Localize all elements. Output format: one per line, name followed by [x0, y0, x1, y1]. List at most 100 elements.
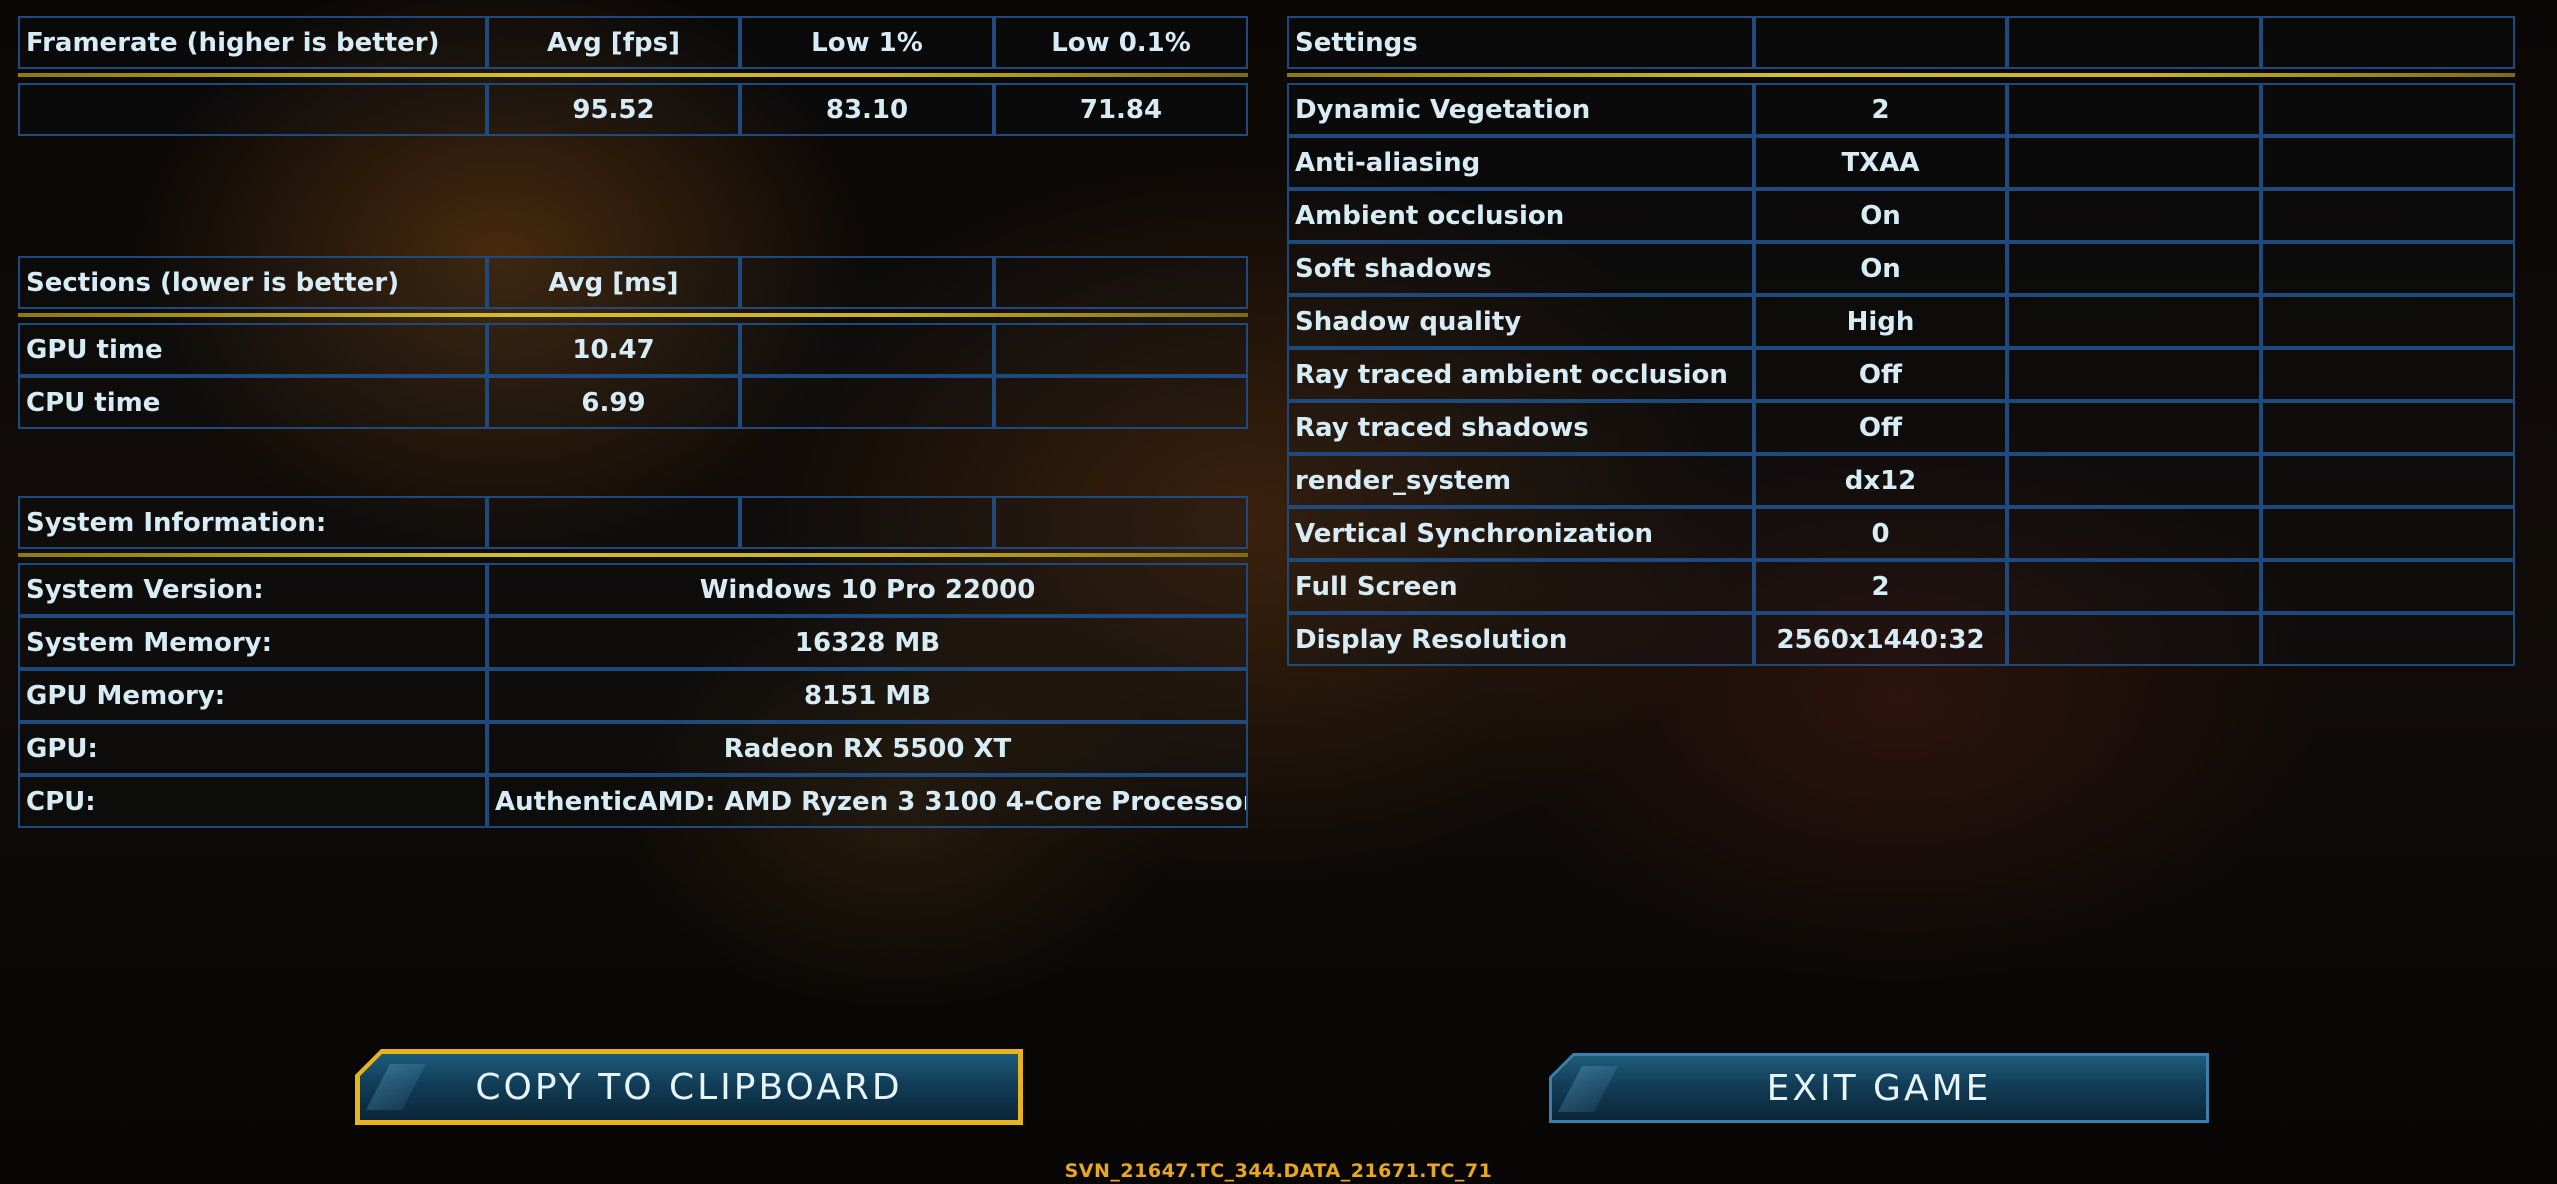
header-avg-fps: Avg [fps]	[487, 16, 740, 69]
table-row: Shadow quality High	[1287, 295, 2515, 348]
framerate-separator	[18, 73, 1248, 77]
system-separator	[18, 553, 1248, 557]
settings-title: Settings	[1287, 16, 1754, 69]
system-memory-value: 16328 MB	[487, 616, 1248, 669]
setting-label: Soft shadows	[1287, 242, 1754, 295]
empty-cell	[994, 376, 1248, 429]
header-empty	[1754, 16, 2007, 69]
empty-cell	[994, 323, 1248, 376]
setting-value: 0	[1754, 507, 2007, 560]
setting-label: Ray traced shadows	[1287, 401, 1754, 454]
setting-value: Off	[1754, 401, 2007, 454]
empty-cell	[2007, 189, 2261, 242]
low-1-value: 83.10	[740, 83, 994, 136]
empty-cell	[2007, 507, 2261, 560]
framerate-values-row: 95.52 83.10 71.84	[18, 83, 1248, 136]
settings-table: Dynamic Vegetation 2 Anti-aliasing TXAA Am…	[1287, 83, 2515, 666]
gpu-time-value: 10.47	[487, 323, 740, 376]
table-row: Anti-aliasing TXAA	[1287, 136, 2515, 189]
button-notch-icon	[366, 1064, 426, 1110]
sections-panel: Sections (lower is better) Avg [ms] GPU …	[18, 256, 1248, 429]
settings-header-table: Settings	[1287, 16, 2515, 69]
empty-cell	[2261, 242, 2515, 295]
table-row: Ray traced shadows Off	[1287, 401, 2515, 454]
empty-cell	[2261, 613, 2515, 666]
framerate-title: Framerate (higher is better)	[18, 16, 487, 69]
build-version: SVN_21647.TC_344.DATA_21671.TC_71	[1064, 1160, 1493, 1182]
table-row: Ray traced ambient occlusion Off	[1287, 348, 2515, 401]
table-row: Dynamic Vegetation 2	[1287, 83, 2515, 136]
gpu-memory-value: 8151 MB	[487, 669, 1248, 722]
empty-cell	[2261, 136, 2515, 189]
header-empty	[740, 496, 994, 549]
header-empty	[994, 496, 1248, 549]
exit-game-button[interactable]: EXIT GAME	[1552, 1056, 2206, 1120]
system-memory-label: System Memory:	[18, 616, 487, 669]
table-row: CPU: AuthenticAMD: AMD Ryzen 3 3100 4-Co…	[18, 775, 1248, 828]
setting-label: Display Resolution	[1287, 613, 1754, 666]
empty-cell	[2007, 242, 2261, 295]
setting-label: render_system	[1287, 454, 1754, 507]
settings-header-row: Settings	[1287, 16, 2515, 69]
setting-value: 2560x1440:32	[1754, 613, 2007, 666]
empty-cell	[2261, 507, 2515, 560]
system-info-panel: System Information: System Version: Wind…	[18, 496, 1248, 828]
system-header-row: System Information:	[18, 496, 1248, 549]
setting-label: Ray traced ambient occlusion	[1287, 348, 1754, 401]
system-info-table: System Version: Windows 10 Pro 22000 Sys…	[18, 563, 1248, 828]
framerate-header-row: Framerate (higher is better) Avg [fps] L…	[18, 16, 1248, 69]
setting-label: Dynamic Vegetation	[1287, 83, 1754, 136]
header-low-1: Low 1%	[740, 16, 994, 69]
table-row: Full Screen 2	[1287, 560, 2515, 613]
setting-value: On	[1754, 242, 2007, 295]
framerate-panel: Framerate (higher is better) Avg [fps] L…	[18, 16, 1248, 136]
table-row: GPU Memory: 8151 MB	[18, 669, 1248, 722]
setting-label: Ambient occlusion	[1287, 189, 1754, 242]
cpu-label: CPU:	[18, 775, 487, 828]
empty-cell	[2261, 454, 2515, 507]
setting-value: 2	[1754, 560, 2007, 613]
low-01-value: 71.84	[994, 83, 1248, 136]
setting-label: Shadow quality	[1287, 295, 1754, 348]
setting-value: High	[1754, 295, 2007, 348]
sections-title: Sections (lower is better)	[18, 256, 487, 309]
empty-cell	[2007, 454, 2261, 507]
sections-header-row: Sections (lower is better) Avg [ms]	[18, 256, 1248, 309]
empty-cell	[2007, 348, 2261, 401]
empty-cell	[2261, 401, 2515, 454]
setting-value: dx12	[1754, 454, 2007, 507]
copy-button-label: COPY TO CLIPBOARD	[475, 1066, 903, 1108]
copy-to-clipboard-button[interactable]: COPY TO CLIPBOARD	[360, 1054, 1018, 1120]
framerate-table: Framerate (higher is better) Avg [fps] L…	[18, 16, 1248, 69]
setting-value: Off	[1754, 348, 2007, 401]
header-empty	[487, 496, 740, 549]
exit-button-label: EXIT GAME	[1766, 1067, 1992, 1109]
empty-cell	[2007, 136, 2261, 189]
empty-cell	[2007, 401, 2261, 454]
cpu-time-label: CPU time	[18, 376, 487, 429]
header-empty	[994, 256, 1248, 309]
header-avg-ms: Avg [ms]	[487, 256, 740, 309]
settings-panel: Settings Dynamic Vegetation 2 Anti-aliasi…	[1287, 16, 2515, 666]
cpu-value: AuthenticAMD: AMD Ryzen 3 3100 4-Core Pr…	[487, 775, 1248, 828]
setting-value: On	[1754, 189, 2007, 242]
empty-cell	[2007, 613, 2261, 666]
table-row: render_system dx12	[1287, 454, 2515, 507]
header-empty	[740, 256, 994, 309]
table-row: GPU time 10.47	[18, 323, 1248, 376]
table-row: Soft shadows On	[1287, 242, 2515, 295]
system-info-title: System Information:	[18, 496, 487, 549]
button-notch-icon	[1558, 1066, 1618, 1112]
empty-cell	[2007, 83, 2261, 136]
cpu-time-value: 6.99	[487, 376, 740, 429]
table-row: Vertical Synchronization 0	[1287, 507, 2515, 560]
gpu-label: GPU:	[18, 722, 487, 775]
header-empty	[2007, 16, 2261, 69]
system-version-label: System Version:	[18, 563, 487, 616]
framerate-row-label	[18, 83, 487, 136]
gpu-value: Radeon RX 5500 XT	[487, 722, 1248, 775]
gpu-time-label: GPU time	[18, 323, 487, 376]
gpu-memory-label: GPU Memory:	[18, 669, 487, 722]
empty-cell	[2261, 189, 2515, 242]
table-row: CPU time 6.99	[18, 376, 1248, 429]
